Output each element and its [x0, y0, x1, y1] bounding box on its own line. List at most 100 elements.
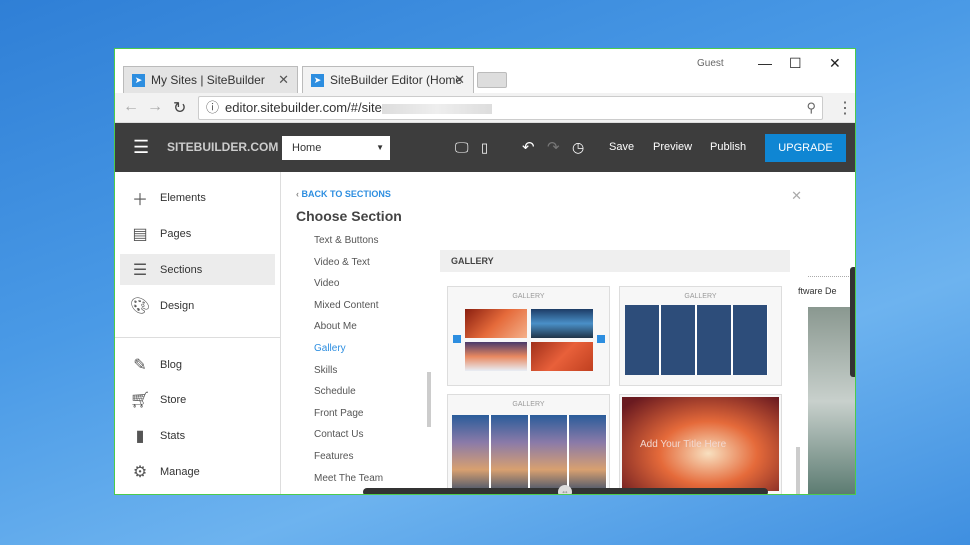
- url-input[interactable]: ⓘ editor.sitebuilder.com/#/site ⚲: [198, 96, 823, 120]
- category-item[interactable]: Gallery: [314, 343, 346, 354]
- redo-icon[interactable]: ↷: [547, 123, 560, 172]
- forward-icon[interactable]: →: [147, 98, 163, 116]
- url-text: editor.sitebuilder.com/#/site: [225, 100, 382, 115]
- category-item[interactable]: Features: [314, 451, 353, 462]
- maximize-icon[interactable]: ☐: [789, 55, 802, 72]
- page-select[interactable]: Home ▼: [282, 136, 390, 160]
- page-select-value: Home: [292, 142, 322, 154]
- cursor-favicon-icon: ➤: [311, 73, 324, 87]
- menu-icon[interactable]: ⋮: [837, 98, 853, 118]
- thumbnail-grid: [625, 305, 768, 375]
- preview-button[interactable]: Preview: [653, 123, 692, 172]
- gallery-template-card[interactable]: GALLERY: [619, 286, 782, 386]
- close-icon[interactable]: ✕: [791, 188, 802, 204]
- sidebar-item-sections[interactable]: ☰ Sections: [120, 254, 275, 285]
- minimize-icon[interactable]: —: [758, 55, 772, 71]
- browser-window: ➤ My Sites | SiteBuilder ✕ ➤ SiteBuilder Ed…: [114, 48, 856, 495]
- cursor-favicon-icon: ➤: [132, 73, 145, 87]
- tab-label: SiteBuilder Editor (Home: [330, 73, 463, 87]
- undo-icon[interactable]: ↶: [522, 123, 535, 172]
- category-item[interactable]: Skills: [314, 365, 337, 376]
- mobile-icon[interactable]: ▯: [481, 123, 488, 172]
- close-tab-icon[interactable]: ✕: [278, 72, 289, 88]
- category-scrollbar[interactable]: [427, 372, 431, 427]
- gear-icon: ⚙: [132, 463, 148, 481]
- close-tab-icon[interactable]: ✕: [454, 72, 465, 88]
- upgrade-button[interactable]: UPGRADE: [765, 134, 846, 162]
- card-label: GALLERY: [512, 401, 545, 408]
- publish-button[interactable]: Publish: [710, 123, 746, 172]
- card-label: GALLERY: [684, 293, 717, 300]
- sidebar-item-label: Stats: [160, 429, 186, 442]
- back-icon[interactable]: ←: [123, 98, 139, 116]
- tab-bar: ➤ My Sites | SiteBuilder ✕ ➤ SiteBuilder Ed…: [115, 49, 855, 93]
- divider: [808, 276, 855, 277]
- sidebar-item-manage[interactable]: ⚙ Manage: [120, 456, 275, 487]
- pencil-icon: ✎: [133, 356, 147, 374]
- new-tab-button[interactable]: [477, 72, 507, 88]
- category-item[interactable]: Front Page: [314, 408, 363, 419]
- preview-text: ftware De: [798, 286, 837, 296]
- history-icon[interactable]: ◷: [572, 123, 584, 172]
- resize-handle-icon[interactable]: ⇔: [558, 485, 572, 494]
- group-header: GALLERY: [440, 250, 790, 272]
- category-item[interactable]: Text & Buttons: [314, 235, 378, 246]
- cart-icon: 🛒︎: [129, 391, 151, 409]
- sidebar-item-stats[interactable]: ▮ Stats: [120, 420, 275, 451]
- slider-template-card[interactable]: Add Your Title Here: [619, 394, 782, 494]
- category-item[interactable]: Contact Us: [314, 429, 363, 440]
- sidebar-item-label: Elements: [160, 191, 206, 204]
- close-window-icon[interactable]: ✕: [829, 55, 841, 72]
- sidebar-item-label: Sections: [160, 263, 203, 276]
- preview-scrollbar[interactable]: [850, 267, 855, 377]
- sidebar-item-label: Store: [160, 393, 187, 406]
- gallery-template-card[interactable]: GALLERY: [447, 286, 610, 386]
- category-item[interactable]: Video: [314, 278, 339, 289]
- divider: [115, 337, 281, 338]
- sidebar-item-design[interactable]: 🎨︎ Design: [120, 290, 275, 321]
- thumbnail: [531, 342, 593, 371]
- category-item[interactable]: Mixed Content: [314, 300, 378, 311]
- thumbnail: [531, 309, 593, 338]
- category-item[interactable]: Video & Text: [314, 257, 370, 268]
- sidebar-item-label: Design: [160, 299, 195, 312]
- editor-toolbar: ☰ SITEBUILDER.COM Home ▼ 🖵 ▯ ↶ ↷ ◷ Save P…: [115, 123, 855, 172]
- sidebar-item-pages[interactable]: ▤ Pages: [120, 218, 275, 249]
- reload-icon[interactable]: ↻: [173, 98, 186, 118]
- sidebar-item-store[interactable]: 🛒︎ Store: [120, 384, 275, 415]
- category-item[interactable]: About Me: [314, 321, 357, 332]
- template-scrollbar[interactable]: [796, 447, 800, 494]
- back-to-sections-link[interactable]: ‹ BACK TO SECTIONS: [296, 189, 391, 199]
- hamburger-icon[interactable]: ☰: [133, 123, 149, 172]
- tab-editor[interactable]: ➤ SiteBuilder Editor (Home ✕: [302, 66, 474, 93]
- slide-title: Add Your Title Here: [640, 439, 727, 450]
- info-icon: ⓘ: [206, 100, 220, 115]
- redacted-url: [381, 103, 492, 114]
- panel-title: Choose Section: [296, 208, 402, 224]
- tab-label: My Sites | SiteBuilder: [151, 73, 265, 87]
- gallery-template-card[interactable]: GALLERY: [447, 394, 610, 494]
- category-item[interactable]: Schedule: [314, 386, 356, 397]
- sidebar-item-label: Pages: [160, 227, 192, 240]
- caret-down-icon: ▼: [376, 143, 384, 152]
- thumbnail: [465, 342, 527, 371]
- arrow-left-icon: [453, 335, 461, 343]
- sidebar: ＋ Elements ▤ Pages ☰ Sections 🎨︎ Design ✎ Blo…: [115, 172, 281, 494]
- pages-icon: ▤: [132, 225, 148, 243]
- save-button[interactable]: Save: [609, 123, 634, 172]
- horizontal-scrollbar[interactable]: ⇔: [363, 485, 768, 494]
- profile-name[interactable]: Guest: [697, 58, 724, 69]
- sidebar-item-elements[interactable]: ＋ Elements: [120, 182, 275, 213]
- tab-my-sites[interactable]: ➤ My Sites | SiteBuilder ✕: [123, 66, 298, 93]
- site-preview: ftware De: [798, 172, 855, 494]
- desktop-icon[interactable]: 🖵: [455, 123, 469, 172]
- logo: SITEBUILDER.COM: [167, 140, 279, 154]
- sidebar-item-blog[interactable]: ✎ Blog: [120, 349, 275, 380]
- category-item[interactable]: Meet The Team: [314, 473, 383, 484]
- zoom-icon[interactable]: ⚲: [806, 97, 816, 119]
- back-label: BACK TO SECTIONS: [301, 189, 391, 199]
- sidebar-item-label: Manage: [160, 465, 200, 478]
- thumbnail: [465, 309, 527, 338]
- sections-icon: ☰: [132, 261, 148, 279]
- palette-icon: 🎨︎: [129, 297, 151, 315]
